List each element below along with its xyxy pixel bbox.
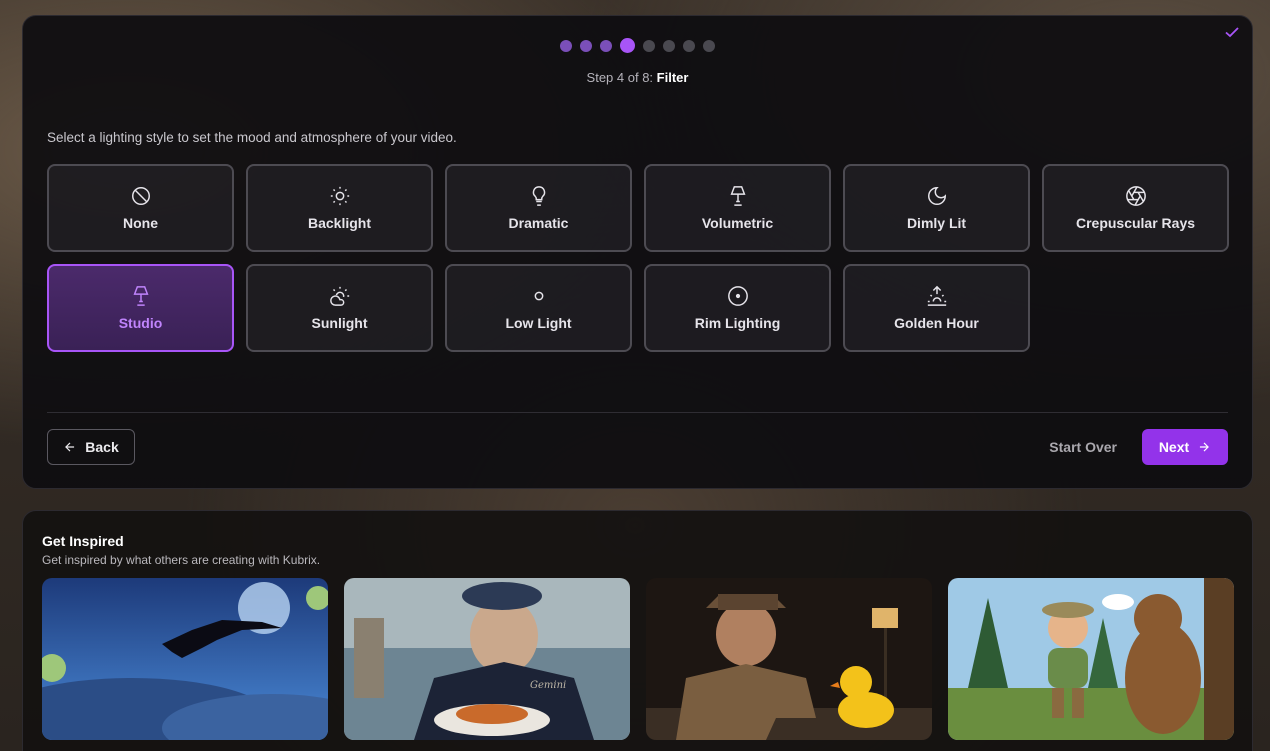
start-over-button[interactable]: Start Over [1049, 439, 1117, 455]
ban-icon [131, 187, 150, 205]
sailor-pasta-thumbnail: Gemini [344, 578, 630, 740]
moon-icon [927, 187, 946, 205]
option-sunlight[interactable]: Sunlight [246, 264, 433, 352]
step-dot-8 [703, 39, 715, 52]
step-dot-7 [683, 39, 695, 52]
step-prefix: Step 4 of 8: [586, 70, 657, 85]
option-label: Rim Lighting [694, 315, 781, 331]
step-dot-4 [620, 38, 635, 53]
option-backlight[interactable]: Backlight [246, 164, 433, 252]
option-label: Sunlight [311, 315, 368, 331]
thumbnail-bird-night[interactable] [42, 578, 328, 740]
back-label: Back [85, 439, 119, 455]
thumbnail-sailor-pasta[interactable]: Gemini [344, 578, 630, 740]
step-dot-5 [643, 39, 655, 52]
option-label: Dramatic [508, 215, 569, 231]
sun-small-icon [531, 287, 546, 305]
option-studio[interactable]: Studio [47, 264, 234, 352]
lightbulb-icon [532, 186, 545, 206]
inspire-panel: Get Inspired Get inspired by what others… [22, 510, 1253, 751]
aperture-icon [1125, 186, 1146, 206]
lamp-icon [730, 186, 745, 206]
option-label: Studio [118, 315, 163, 331]
next-button[interactable]: Next [1142, 429, 1228, 465]
option-volumetric[interactable]: Volumetric [644, 164, 831, 252]
option-label: Dimly Lit [906, 215, 967, 231]
step-dot-2 [580, 39, 592, 52]
inspire-gallery: Gemini [42, 578, 1234, 740]
circle-dot-icon [727, 286, 748, 306]
option-label: Backlight [307, 215, 371, 231]
step-prompt: Select a lighting style to set the mood … [47, 130, 457, 145]
option-label: Crepuscular Rays [1075, 215, 1196, 231]
thumbnail-detective-duck[interactable] [646, 578, 932, 740]
thumbnail-caption: Gemini [530, 680, 566, 691]
back-button[interactable]: Back [47, 429, 135, 465]
arrow-left-icon [65, 442, 75, 452]
lamp-icon [133, 286, 148, 306]
sunrise-icon [927, 285, 946, 306]
thumbnail-ranger-bear[interactable] [948, 578, 1234, 740]
lighting-options: None Backlight Dramatic Volumetric Dimly… [47, 164, 1229, 352]
bird-night-thumbnail [42, 578, 328, 740]
option-dramatic[interactable]: Dramatic [445, 164, 632, 252]
sun-icon [330, 186, 349, 206]
step-label: Step 4 of 8: Filter [23, 70, 1252, 85]
option-label: Golden Hour [894, 315, 979, 331]
step-name: Filter [656, 70, 689, 85]
option-none[interactable]: None [47, 164, 234, 252]
step-dot-6 [663, 39, 675, 52]
step-progress [23, 38, 1252, 53]
divider [47, 412, 1228, 413]
option-golden-hour[interactable]: Golden Hour [843, 264, 1030, 352]
option-rim-lighting[interactable]: Rim Lighting [644, 264, 831, 352]
ranger-bear-thumbnail [948, 578, 1234, 740]
option-low-light[interactable]: Low Light [445, 264, 632, 352]
option-label: Volumetric [701, 215, 774, 231]
step-dot-1 [560, 39, 572, 52]
inspire-title: Get Inspired [42, 533, 124, 549]
sun-cloud-icon [329, 286, 349, 306]
next-label: Next [1158, 439, 1190, 455]
option-label: None [123, 215, 158, 231]
inspire-subtitle: Get inspired by what others are creating… [42, 553, 321, 567]
wizard-panel: Step 4 of 8: Filter Select a lighting st… [22, 15, 1253, 489]
arrow-right-icon [1200, 442, 1210, 452]
option-label: Low Light [505, 315, 572, 331]
step-dot-3 [600, 39, 612, 52]
option-crepuscular-rays[interactable]: Crepuscular Rays [1042, 164, 1229, 252]
option-dimly-lit[interactable]: Dimly Lit [843, 164, 1030, 252]
detective-duck-thumbnail [646, 578, 932, 740]
